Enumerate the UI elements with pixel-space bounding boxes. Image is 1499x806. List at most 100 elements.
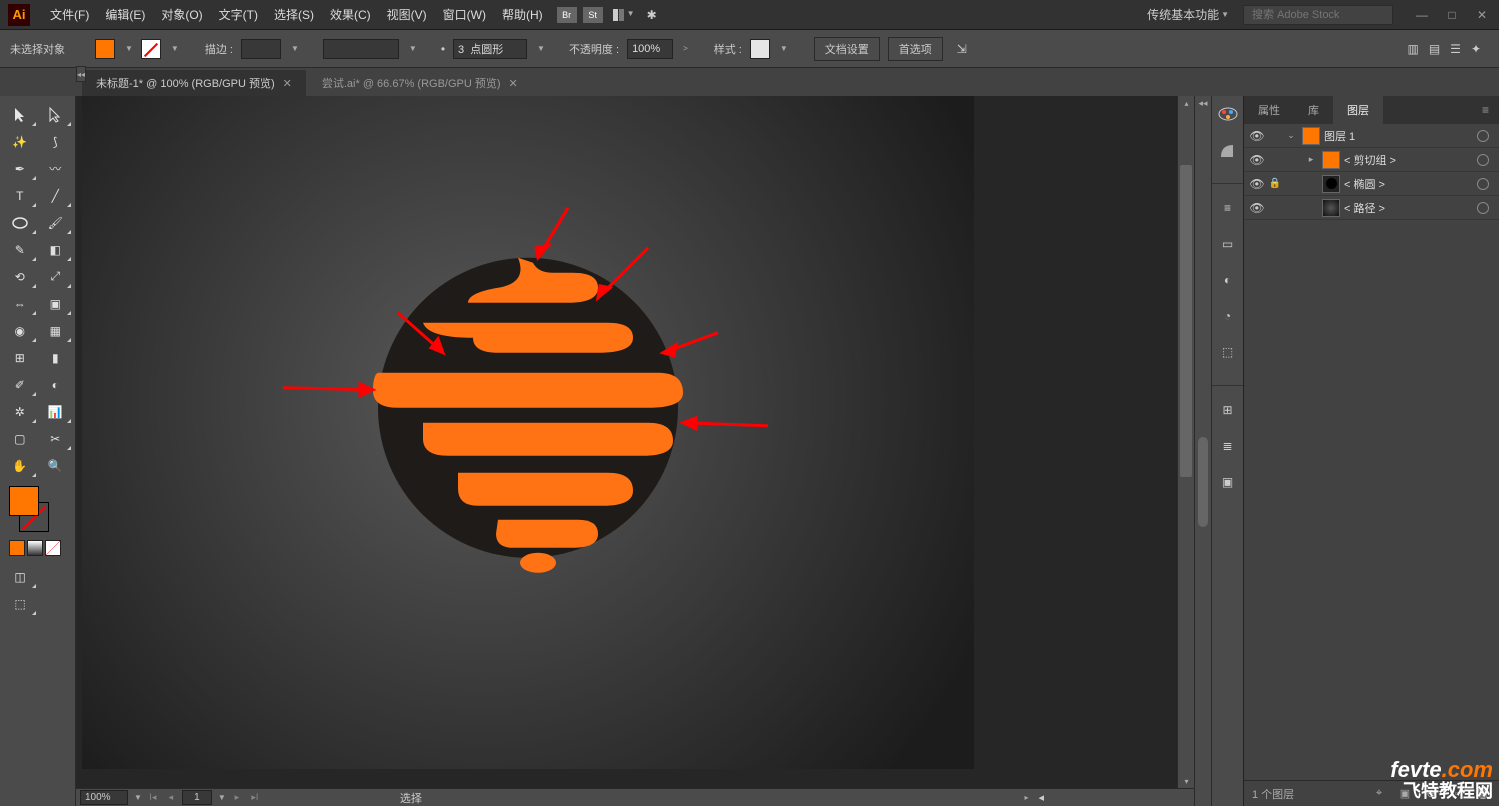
menu-view[interactable]: 视图(V) <box>379 6 435 23</box>
stroke-panel-icon[interactable]: ≡ <box>1216 196 1240 220</box>
color-mode-solid[interactable] <box>9 540 25 556</box>
stroke-swatch[interactable] <box>141 39 161 59</box>
paintbrush-tool[interactable]: 🖌 <box>39 210 73 235</box>
layer-name[interactable]: < 椭圆 > <box>1344 176 1477 192</box>
artboards-panel-icon[interactable]: ⬚ <box>1216 340 1240 364</box>
new-layer-icon[interactable]: ▫ <box>1449 786 1465 802</box>
layer-row[interactable]: 👁 ▸ < 剪切组 > <box>1244 148 1499 172</box>
nav-next[interactable]: ▸ <box>230 791 244 805</box>
eyedropper-tool[interactable]: ✐ <box>3 372 37 397</box>
align-icon-2[interactable]: ▤ <box>1429 42 1440 56</box>
menu-file[interactable]: 文件(F) <box>42 6 97 23</box>
zoom-tool[interactable]: 🔍 <box>39 453 73 478</box>
vertical-scrollbar[interactable]: ▴ ▾ <box>1177 96 1194 788</box>
nav-prev[interactable]: ◂ <box>164 791 178 805</box>
color-panel-icon[interactable] <box>1216 102 1240 126</box>
mesh-tool[interactable]: ⊞ <box>3 345 37 370</box>
mid-scrollbar[interactable]: ◂◂ <box>1194 96 1211 806</box>
doc-tab-1[interactable]: 未标题-1* @ 100% (RGB/GPU 预览) ✕ <box>82 70 306 96</box>
gradient-tool[interactable]: ▮ <box>39 345 73 370</box>
artboard-tool[interactable]: ▢ <box>3 426 37 451</box>
blend-tool[interactable]: ◐ <box>39 372 73 397</box>
layer-row[interactable]: 👁 ⌄ 图层 1 <box>1244 124 1499 148</box>
artboard[interactable] <box>82 96 974 769</box>
width-tool[interactable]: ⇔ <box>3 291 37 316</box>
workspace-switcher[interactable]: 传统基本功能 ▼ <box>1141 4 1235 25</box>
layer-name[interactable]: < 路径 > <box>1344 200 1477 216</box>
align-panel-icon[interactable]: ≣ <box>1216 434 1240 458</box>
delete-layer-icon[interactable]: 🗑 <box>1475 786 1491 802</box>
magic-wand-tool[interactable]: ✨ <box>3 129 37 154</box>
fill-swatch[interactable] <box>95 39 115 59</box>
align-icon-3[interactable]: ☰ <box>1450 42 1461 56</box>
brush-profile-input[interactable] <box>453 39 527 59</box>
hand-tool[interactable]: ✋ <box>3 453 37 478</box>
target-icon[interactable] <box>1477 202 1489 214</box>
tab-close-icon[interactable]: ✕ <box>509 77 518 90</box>
menu-object[interactable]: 对象(O) <box>153 6 210 23</box>
perspective-tool[interactable]: ▦ <box>39 318 73 343</box>
bridge-icon[interactable]: Br <box>557 7 577 23</box>
free-transform-tool[interactable]: ▣ <box>39 291 73 316</box>
stock-icon[interactable]: St <box>583 7 603 23</box>
transform-panel-icon[interactable]: ⊞ <box>1216 398 1240 422</box>
curvature-tool[interactable]: 〰 <box>39 156 73 181</box>
ellipse-tool[interactable] <box>3 210 37 235</box>
gpu-icon[interactable]: ✱ <box>647 8 657 22</box>
symbol-sprayer-tool[interactable]: ✲ <box>3 399 37 424</box>
shape-builder-tool[interactable]: ◉ <box>3 318 37 343</box>
screen-mode[interactable]: ⬚ <box>3 591 37 616</box>
type-tool[interactable]: T <box>3 183 37 208</box>
panel-tab-properties[interactable]: 属性 <box>1244 96 1294 124</box>
opacity-input[interactable] <box>627 39 673 59</box>
layer-name[interactable]: 图层 1 <box>1324 128 1477 144</box>
target-icon[interactable] <box>1477 178 1489 190</box>
maximize-button[interactable]: □ <box>1443 8 1461 22</box>
menu-help[interactable]: 帮助(H) <box>494 6 551 23</box>
draw-mode[interactable]: ◫ <box>3 564 37 589</box>
color-guide-icon[interactable] <box>1216 138 1240 162</box>
menu-type[interactable]: 文字(T) <box>211 6 266 23</box>
rotate-tool[interactable]: ⟲ <box>3 264 37 289</box>
document-setup-button[interactable]: 文档设置 <box>814 37 880 61</box>
minimize-button[interactable]: — <box>1413 8 1431 22</box>
eraser-tool[interactable]: ◧ <box>39 237 73 262</box>
gradient-panel-icon[interactable]: ▭ <box>1216 232 1240 256</box>
stroke-profile-preview[interactable] <box>323 39 399 59</box>
fill-color[interactable] <box>9 486 39 516</box>
make-clipping-icon[interactable]: ▣ <box>1397 786 1413 802</box>
layer-row[interactable]: 👁 🔒 < 椭圆 > <box>1244 172 1499 196</box>
color-mode-none[interactable] <box>45 540 61 556</box>
appearance-panel-icon[interactable]: ◔ <box>1216 304 1240 328</box>
new-sublayer-icon[interactable]: ⊕ <box>1423 786 1439 802</box>
expand-icon[interactable]: ▸ <box>1304 154 1318 165</box>
target-icon[interactable] <box>1477 154 1489 166</box>
menu-window[interactable]: 窗口(W) <box>435 6 494 23</box>
direct-selection-tool[interactable] <box>39 102 73 127</box>
preferences-button[interactable]: 首选项 <box>888 37 943 61</box>
align-icon-4[interactable]: ✦ <box>1471 42 1481 56</box>
graph-tool[interactable]: 📊 <box>39 399 73 424</box>
zoom-input[interactable] <box>80 790 128 805</box>
layer-row[interactable]: 👁 < 路径 > <box>1244 196 1499 220</box>
visibility-toggle[interactable]: 👁 <box>1248 177 1266 191</box>
close-button[interactable]: ✕ <box>1473 8 1491 22</box>
nav-last[interactable]: ▸I <box>248 791 262 805</box>
pen-tool[interactable]: ✒ <box>3 156 37 181</box>
scale-tool[interactable]: ⤢ <box>39 264 73 289</box>
lasso-tool[interactable]: ⟆ <box>39 129 73 154</box>
panel-collapse-toggle[interactable]: ◂◂ <box>76 66 86 82</box>
line-tool[interactable]: ╱ <box>39 183 73 208</box>
lock-icon[interactable]: 🔒 <box>1266 178 1284 189</box>
stroke-weight-input[interactable] <box>241 39 281 59</box>
menu-effect[interactable]: 效果(C) <box>322 6 379 23</box>
expand-icon[interactable]: ⌄ <box>1284 130 1298 141</box>
panel-tab-layers[interactable]: 图层 <box>1333 96 1383 124</box>
menu-select[interactable]: 选择(S) <box>266 6 322 23</box>
tab-close-icon[interactable]: ✕ <box>283 77 292 90</box>
panel-menu-icon[interactable]: ≡ <box>1472 103 1499 117</box>
pathfinder-panel-icon[interactable]: ▣ <box>1216 470 1240 494</box>
panel-tab-libraries[interactable]: 库 <box>1294 96 1333 124</box>
slice-tool[interactable]: ✂ <box>39 426 73 451</box>
target-icon[interactable] <box>1477 130 1489 142</box>
